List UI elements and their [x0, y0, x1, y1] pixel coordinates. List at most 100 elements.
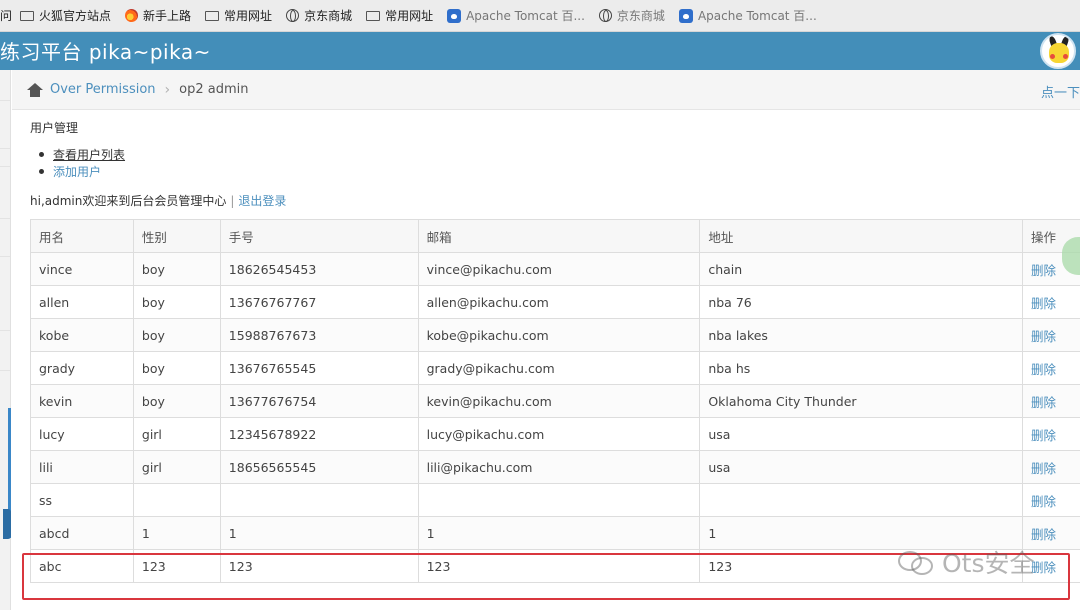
section-title: 用户管理 — [30, 121, 79, 135]
bookmark-item-1[interactable]: 火狐官方站点 — [20, 7, 111, 24]
cell-email: grady@pikachu.com — [417, 351, 701, 385]
cell-address: Oklahoma City Thunder — [699, 384, 1024, 418]
cell-username: grady — [30, 351, 134, 385]
list-item: 添加用户 — [39, 163, 125, 180]
cell-address: usa — [699, 417, 1024, 451]
delete-link[interactable]: 删除 — [1031, 527, 1056, 542]
cell-address — [699, 483, 1024, 517]
delete-link[interactable]: 删除 — [1031, 296, 1056, 311]
firefox-icon — [125, 9, 139, 22]
cell-phone: 18626545453 — [219, 252, 419, 286]
cell-username: ss — [30, 483, 134, 517]
bookmark-item-3[interactable]: 常用网址 — [205, 7, 272, 24]
bookmark-item-4[interactable]: 京东商城 — [286, 7, 352, 24]
cell-username: abcd — [30, 516, 134, 550]
column-header-sex: 性别 — [132, 219, 221, 253]
bookmarks-bar: 问 火狐官方站点 新手上路 常用网址 京东商城 常用网址 Apache Tomc… — [0, 0, 1080, 32]
breadcrumb-separator: › — [164, 81, 171, 98]
bookmark-label: 京东商城 — [304, 9, 353, 23]
bookmark-item-8[interactable]: Apache Tomcat 百... — [678, 7, 817, 24]
cell-sex: boy — [132, 285, 221, 319]
delete-link[interactable]: 删除 — [1031, 428, 1056, 443]
bookmark-label: Apache Tomcat 百... — [466, 9, 585, 23]
table-row: kobe boy 15988767673 kobe@pikachu.com nba la… — [30, 318, 1080, 352]
delete-link[interactable]: 删除 — [1031, 263, 1056, 278]
home-icon[interactable] — [27, 82, 43, 97]
bookmark-label: 常用网址 — [385, 9, 434, 23]
column-header-address: 地址 — [699, 219, 1024, 253]
delete-link[interactable]: 删除 — [1031, 461, 1056, 476]
delete-link[interactable]: 删除 — [1031, 329, 1056, 344]
cell-phone: 15988767673 — [219, 318, 419, 352]
table-row: vince boy 18626545453 vince@pikachu.com chai… — [30, 252, 1080, 286]
cell-username: vince — [30, 252, 134, 286]
cell-sex: girl — [132, 450, 221, 484]
cell-username: lucy — [30, 417, 134, 451]
delete-link[interactable]: 删除 — [1031, 395, 1056, 410]
cell-address: nba hs — [699, 351, 1024, 385]
welcome-line: hi,admin欢迎来到后台会员管理中心 | 退出登录 — [30, 192, 286, 209]
table-row: grady boy 13676765545 grady@pikachu.com nba … — [30, 351, 1080, 385]
cell-email: 123 — [417, 549, 701, 583]
delete-link[interactable]: 删除 — [1031, 362, 1056, 377]
bookmark-item-6[interactable]: Apache Tomcat 百... — [447, 7, 585, 24]
cell-sex: boy — [132, 318, 221, 352]
breadcrumb-parent-link[interactable]: Over Permission — [50, 82, 156, 97]
cell-sex — [132, 483, 221, 517]
bookmark-item-2[interactable]: 新手上路 — [125, 7, 191, 24]
cell-action: 删除 — [1022, 351, 1080, 385]
cell-email: kevin@pikachu.com — [417, 384, 701, 418]
cell-address: nba 76 — [699, 285, 1024, 319]
cell-phone: 13676765545 — [219, 351, 419, 385]
table-row: lucy girl 12345678922 lucy@pikachu.com usa 删除 — [30, 417, 1080, 451]
delete-link[interactable]: 删除 — [1031, 560, 1056, 575]
app-navbar: 练习平台 pika~pika~ — [0, 32, 1080, 70]
cell-email — [417, 483, 701, 517]
cell-action: 删除 — [1022, 450, 1080, 484]
baidu-icon — [678, 8, 693, 23]
logout-link[interactable]: 退出登录 — [238, 194, 286, 208]
cell-email: kobe@pikachu.com — [417, 318, 701, 352]
cell-phone: 1 — [219, 516, 419, 550]
cell-sex: 123 — [132, 549, 221, 583]
sidebar-collapse-handle[interactable] — [3, 509, 11, 539]
hint-link[interactable]: 点一下 — [1041, 82, 1080, 101]
view-user-list-link[interactable]: 查看用户列表 — [53, 146, 125, 163]
cell-action: 删除 — [1022, 285, 1080, 319]
folder-icon — [366, 10, 381, 21]
bookmark-item-0[interactable]: 问 — [0, 7, 12, 24]
column-header-username: 用名 — [30, 219, 134, 253]
cell-username: allen — [30, 285, 134, 319]
bookmark-item-7[interactable]: 京东商城 — [598, 7, 665, 24]
breadcrumb: Over Permission › op2 admin 点一下 — [12, 70, 1080, 110]
cell-email: 1 — [417, 516, 701, 550]
table-row: ss 删除 — [30, 483, 1080, 517]
column-header-email: 邮箱 — [417, 219, 701, 253]
cell-email: lucy@pikachu.com — [417, 417, 701, 451]
add-user-link[interactable]: 添加用户 — [53, 163, 101, 180]
cell-sex: boy — [132, 351, 221, 385]
cell-email: vince@pikachu.com — [417, 252, 701, 286]
cell-phone: 123 — [219, 549, 419, 583]
cell-action: 删除 — [1022, 384, 1080, 418]
cell-phone: 13676767767 — [219, 285, 419, 319]
bookmark-label: 新手上路 — [143, 9, 192, 23]
globe-icon — [598, 9, 612, 22]
delete-link[interactable]: 删除 — [1031, 494, 1056, 509]
bookmark-label: 火狐官方站点 — [39, 9, 112, 23]
cell-username: kobe — [30, 318, 134, 352]
bookmark-label: 京东商城 — [616, 9, 665, 23]
cell-action: 删除 — [1022, 417, 1080, 451]
pikachu-avatar-icon[interactable] — [1040, 33, 1076, 69]
bookmark-item-5[interactable]: 常用网址 — [366, 7, 433, 24]
app-brand-title[interactable]: 练习平台 pika~pika~ — [0, 36, 211, 65]
cell-address: nba lakes — [699, 318, 1024, 352]
cell-username: abc — [30, 549, 134, 583]
welcome-text: hi,admin欢迎来到后台会员管理中心 — [30, 194, 227, 208]
folder-icon — [20, 10, 35, 21]
column-header-phone: 手号 — [219, 219, 419, 253]
chat-bubble-icon — [898, 547, 936, 577]
cell-username: kevin — [30, 384, 134, 418]
folder-icon — [205, 10, 220, 21]
users-table: 用名 性别 手号 邮箱 地址 操作 vince boy 18626545453 vin… — [30, 219, 1080, 583]
